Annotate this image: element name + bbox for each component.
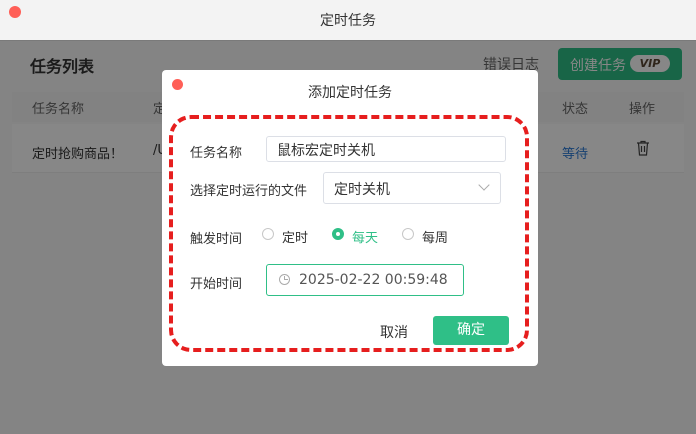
window-title: 定时任务 [320,13,376,29]
radio-daily-label: 每天 [352,231,379,246]
add-task-dialog: 添加定时任务 任务名称 鼠标宏定时关机 选择定时运行的文件 定时关机 触发时间 … [162,70,538,366]
task-name-input[interactable]: 鼠标宏定时关机 [266,136,506,162]
title-bar: 定时任务 [0,0,696,41]
file-select[interactable]: 定时关机 [323,172,501,204]
start-time-value: 2025-02-22 00:59:48 [299,272,448,288]
trigger-label: 触发时间 [190,232,243,247]
clock-icon [279,274,290,285]
task-name-value: 鼠标宏定时关机 [277,143,375,159]
radio-daily-circle [332,228,344,240]
cancel-button[interactable]: 取消 [380,322,408,342]
start-time-picker[interactable]: 2025-02-22 00:59:48 [266,264,464,296]
chevron-down-icon [478,179,490,191]
task-name-label: 任务名称 [190,146,243,161]
radio-weekly-circle [402,228,414,240]
radio-once-label: 定时 [282,231,309,246]
file-select-value: 定时关机 [334,182,390,198]
dialog-title: 添加定时任务 [308,85,392,101]
start-time-label: 开始时间 [190,277,243,292]
radio-weekly-label: 每周 [422,231,449,246]
confirm-button[interactable]: 确定 [433,316,509,345]
radio-once-circle [262,228,274,240]
file-label: 选择定时运行的文件 [190,184,308,199]
